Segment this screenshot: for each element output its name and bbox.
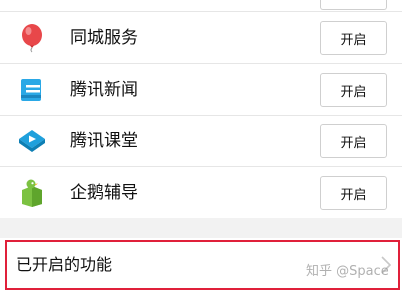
feature-label: 企鹅辅导 [70,183,138,203]
section-divider [0,218,402,238]
previous-row-button[interactable] [320,0,387,10]
chevron-right-icon [381,256,392,274]
penguin-tutor-icon [22,179,42,207]
previous-row-stub [0,0,402,12]
enable-button[interactable]: 开启 [320,73,387,107]
feature-row-penguin-tutor: 企鹅辅导 开启 [0,167,402,219]
feature-label: 腾讯新闻 [70,80,138,100]
feature-row-tencent-news: 腾讯新闻 开启 [0,64,402,116]
feature-row-tencent-classroom: 腾讯课堂 开启 [0,115,402,167]
enabled-features-label: 已开启的功能 [16,255,113,274]
enable-button[interactable]: 开启 [320,21,387,55]
classroom-icon [19,130,45,152]
enabled-features-row[interactable]: 已开启的功能 [5,240,400,290]
feature-row-local-service: 同城服务 开启 [0,12,402,64]
enable-button[interactable]: 开启 [320,176,387,210]
feature-label: 腾讯课堂 [70,131,138,151]
feature-label: 同城服务 [70,28,138,48]
enable-button[interactable]: 开启 [320,124,387,158]
news-icon [21,79,41,101]
balloon-icon [22,24,42,53]
